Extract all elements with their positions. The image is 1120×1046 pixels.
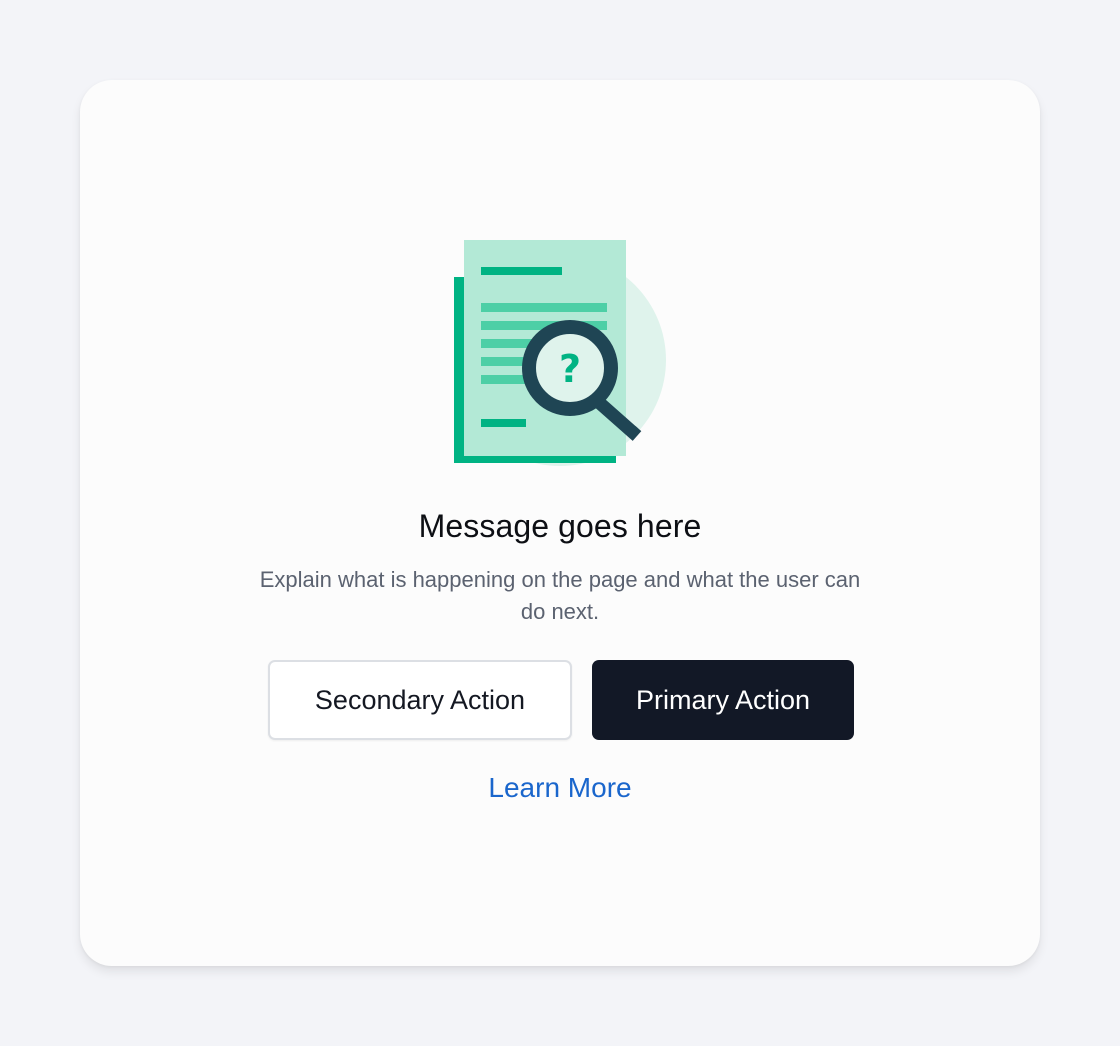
empty-state-card: ? Message goes here Explain what is happ…: [80, 80, 1040, 966]
question-mark-icon: ?: [559, 347, 581, 391]
empty-state-title: Message goes here: [418, 508, 702, 544]
empty-state-description: Explain what is happening on the page an…: [259, 567, 861, 624]
primary-action-button[interactable]: Primary Action: [592, 660, 854, 740]
document-search-icon: ?: [450, 236, 670, 468]
secondary-action-button[interactable]: Secondary Action: [268, 660, 572, 740]
learn-more-link[interactable]: Learn More: [80, 772, 1040, 804]
